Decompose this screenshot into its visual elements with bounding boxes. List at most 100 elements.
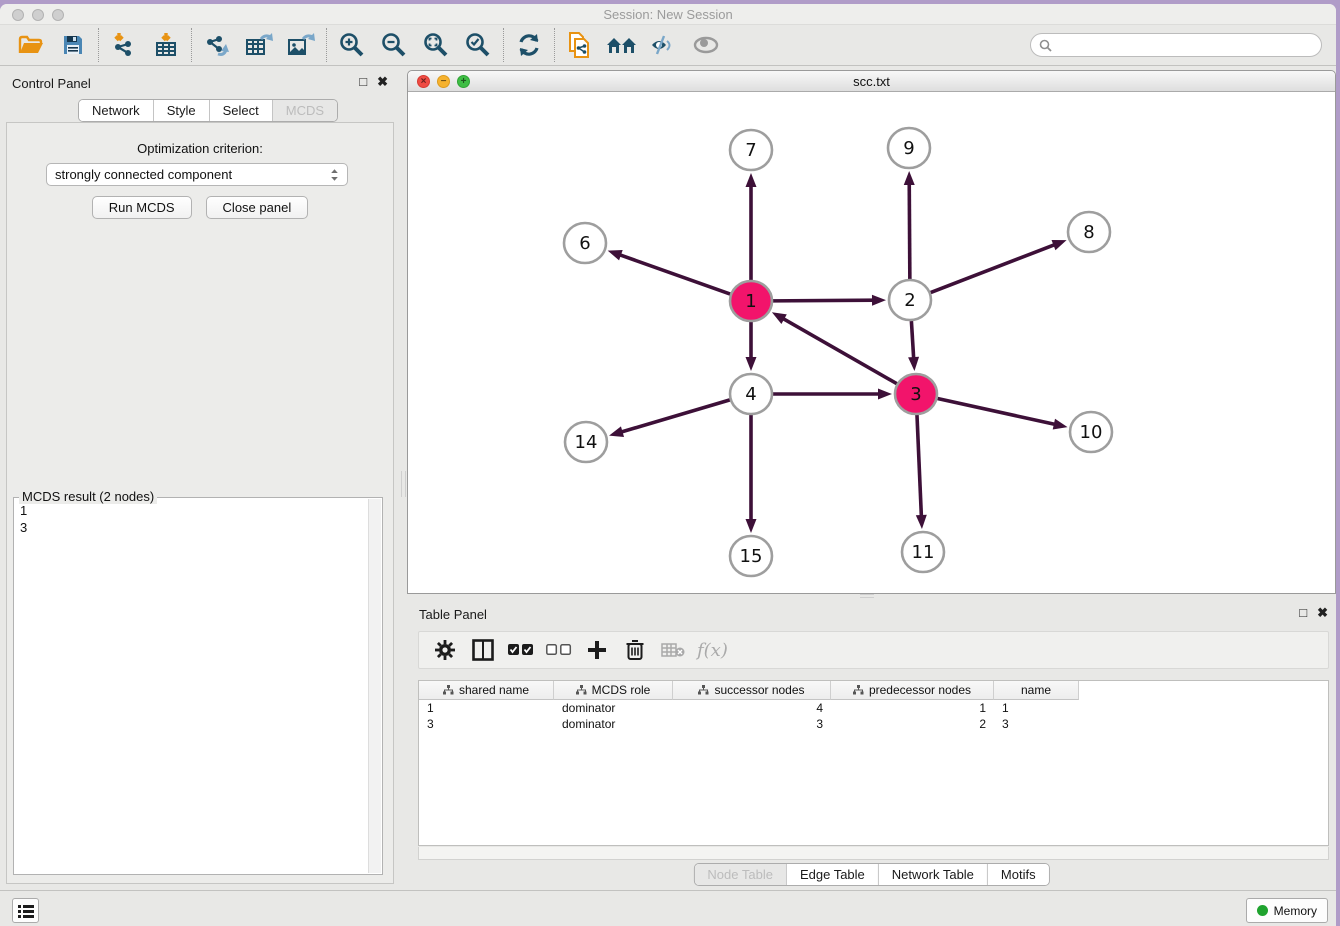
table-row[interactable]: 3dominator323 bbox=[419, 716, 1328, 732]
svg-text:10: 10 bbox=[1080, 422, 1103, 443]
network-node-1[interactable]: 1 bbox=[730, 281, 772, 321]
open-session-icon[interactable] bbox=[10, 29, 52, 61]
tab-style[interactable]: Style bbox=[153, 100, 209, 121]
network-edge-2-3[interactable] bbox=[908, 321, 919, 371]
network-edge-2-8[interactable] bbox=[931, 240, 1067, 293]
tab-motifs[interactable]: Motifs bbox=[987, 864, 1049, 885]
network-node-11[interactable]: 11 bbox=[902, 532, 944, 572]
network-edge-1-4[interactable] bbox=[746, 322, 757, 371]
network-edge-2-9[interactable] bbox=[904, 171, 915, 279]
network-node-10[interactable]: 10 bbox=[1070, 412, 1112, 452]
svg-text:15: 15 bbox=[740, 546, 763, 567]
save-session-icon[interactable] bbox=[52, 29, 94, 61]
node-table[interactable]: shared nameMCDS rolesuccessor nodesprede… bbox=[418, 680, 1329, 846]
window-titlebar[interactable]: Session: New Session bbox=[0, 4, 1336, 25]
column-tree-icon bbox=[698, 685, 709, 695]
network-node-14[interactable]: 14 bbox=[565, 422, 607, 462]
table-row[interactable]: 1dominator411 bbox=[419, 700, 1328, 716]
export-network-icon[interactable] bbox=[196, 29, 238, 61]
memory-status-icon bbox=[1257, 905, 1268, 916]
network-edge-1-6[interactable] bbox=[608, 250, 731, 294]
mcds-result-text[interactable]: 1 3 bbox=[16, 502, 366, 872]
vertical-splitter-handle[interactable] bbox=[401, 471, 406, 497]
memory-button[interactable]: Memory bbox=[1246, 898, 1328, 923]
add-column-icon[interactable] bbox=[583, 636, 611, 664]
control-panel-float-icon[interactable]: □ bbox=[359, 74, 367, 90]
network-edge-1-7[interactable] bbox=[746, 173, 757, 280]
tab-node-table[interactable]: Node Table bbox=[694, 864, 786, 885]
search-field[interactable] bbox=[1030, 33, 1322, 57]
zoom-selected-icon[interactable] bbox=[457, 29, 499, 61]
table-panel-float-icon[interactable]: □ bbox=[1299, 605, 1307, 621]
column-tree-icon bbox=[853, 685, 864, 695]
toolbar-separator bbox=[326, 28, 327, 62]
network-edge-3-11[interactable] bbox=[916, 415, 927, 529]
delete-table-icon bbox=[659, 636, 687, 664]
table-panel-title: Table Panel bbox=[419, 607, 487, 622]
network-edge-1-2[interactable] bbox=[773, 295, 886, 306]
mcds-panel: Optimization criterion: strongly connect… bbox=[6, 122, 394, 884]
first-neighbors-icon[interactable] bbox=[601, 29, 643, 61]
show-hide-icon[interactable] bbox=[643, 29, 685, 61]
network-node-3[interactable]: 3 bbox=[895, 374, 937, 414]
network-node-15[interactable]: 15 bbox=[730, 536, 772, 576]
control-panel-close-icon[interactable]: ✖ bbox=[377, 74, 388, 90]
tab-network[interactable]: Network bbox=[79, 100, 153, 121]
network-node-4[interactable]: 4 bbox=[730, 374, 772, 414]
network-window-titlebar[interactable]: × − + scc.txt bbox=[408, 71, 1335, 92]
export-image-icon[interactable] bbox=[280, 29, 322, 61]
settings-gear-icon[interactable] bbox=[431, 636, 459, 664]
tab-edge-table[interactable]: Edge Table bbox=[786, 864, 878, 885]
window-title: Session: New Session bbox=[0, 7, 1336, 22]
table-panel: Table Panel □ ✖ bbox=[407, 601, 1336, 886]
network-node-8[interactable]: 8 bbox=[1068, 212, 1110, 252]
network-edge-3-10[interactable] bbox=[937, 398, 1067, 429]
export-table-icon[interactable] bbox=[238, 29, 280, 61]
horizontal-splitter-handle[interactable] bbox=[860, 594, 874, 598]
column-tree-icon bbox=[576, 685, 587, 695]
zoom-in-icon[interactable] bbox=[331, 29, 373, 61]
zoom-out-icon[interactable] bbox=[373, 29, 415, 61]
zoom-fit-icon[interactable] bbox=[415, 29, 457, 61]
tab-network-table[interactable]: Network Table bbox=[878, 864, 987, 885]
run-mcds-button[interactable]: Run MCDS bbox=[92, 196, 192, 219]
tab-select[interactable]: Select bbox=[209, 100, 272, 121]
result-scrollbar[interactable] bbox=[368, 499, 381, 873]
delete-column-icon[interactable] bbox=[621, 636, 649, 664]
network-edge-3-1[interactable] bbox=[772, 312, 897, 383]
criterion-value: strongly connected component bbox=[55, 167, 232, 182]
optimization-criterion-label: Optimization criterion: bbox=[7, 141, 393, 156]
network-edge-4-15[interactable] bbox=[746, 415, 757, 533]
network-node-9[interactable]: 9 bbox=[888, 128, 930, 168]
tab-mcds[interactable]: MCDS bbox=[272, 100, 337, 121]
search-input[interactable] bbox=[1057, 38, 1321, 52]
column-header-MCDS-role[interactable]: MCDS role bbox=[554, 681, 673, 700]
deselect-all-rows-icon[interactable] bbox=[545, 636, 573, 664]
split-columns-icon[interactable] bbox=[469, 636, 497, 664]
task-history-button[interactable] bbox=[12, 898, 39, 923]
refresh-layout-icon[interactable] bbox=[508, 29, 550, 61]
column-header-name[interactable]: name bbox=[994, 681, 1079, 700]
network-node-7[interactable]: 7 bbox=[730, 130, 772, 170]
svg-text:1: 1 bbox=[745, 291, 756, 312]
svg-text:7: 7 bbox=[745, 140, 756, 161]
import-table-icon[interactable] bbox=[145, 29, 187, 61]
column-header-successor-nodes[interactable]: successor nodes bbox=[673, 681, 831, 700]
search-icon bbox=[1039, 39, 1052, 52]
network-node-2[interactable]: 2 bbox=[889, 280, 931, 320]
network-edge-4-14[interactable] bbox=[609, 400, 730, 437]
network-window-title: scc.txt bbox=[408, 74, 1335, 89]
table-hscrollbar[interactable] bbox=[418, 847, 1329, 860]
close-panel-button[interactable]: Close panel bbox=[206, 196, 309, 219]
criterion-select[interactable]: strongly connected component bbox=[46, 163, 348, 186]
table-panel-close-icon[interactable]: ✖ bbox=[1317, 605, 1328, 621]
column-header-shared-name[interactable]: shared name bbox=[419, 681, 554, 700]
network-node-6[interactable]: 6 bbox=[564, 223, 606, 263]
network-canvas[interactable]: 7 9 6 8 1 2 4 3 14 10 15 11 bbox=[408, 92, 1335, 593]
import-network-icon[interactable] bbox=[103, 29, 145, 61]
toolbar-separator bbox=[503, 28, 504, 62]
duplicate-network-icon[interactable] bbox=[559, 29, 601, 61]
network-edge-4-3[interactable] bbox=[773, 389, 892, 400]
select-all-rows-icon[interactable] bbox=[507, 636, 535, 664]
column-header-predecessor-nodes[interactable]: predecessor nodes bbox=[831, 681, 994, 700]
